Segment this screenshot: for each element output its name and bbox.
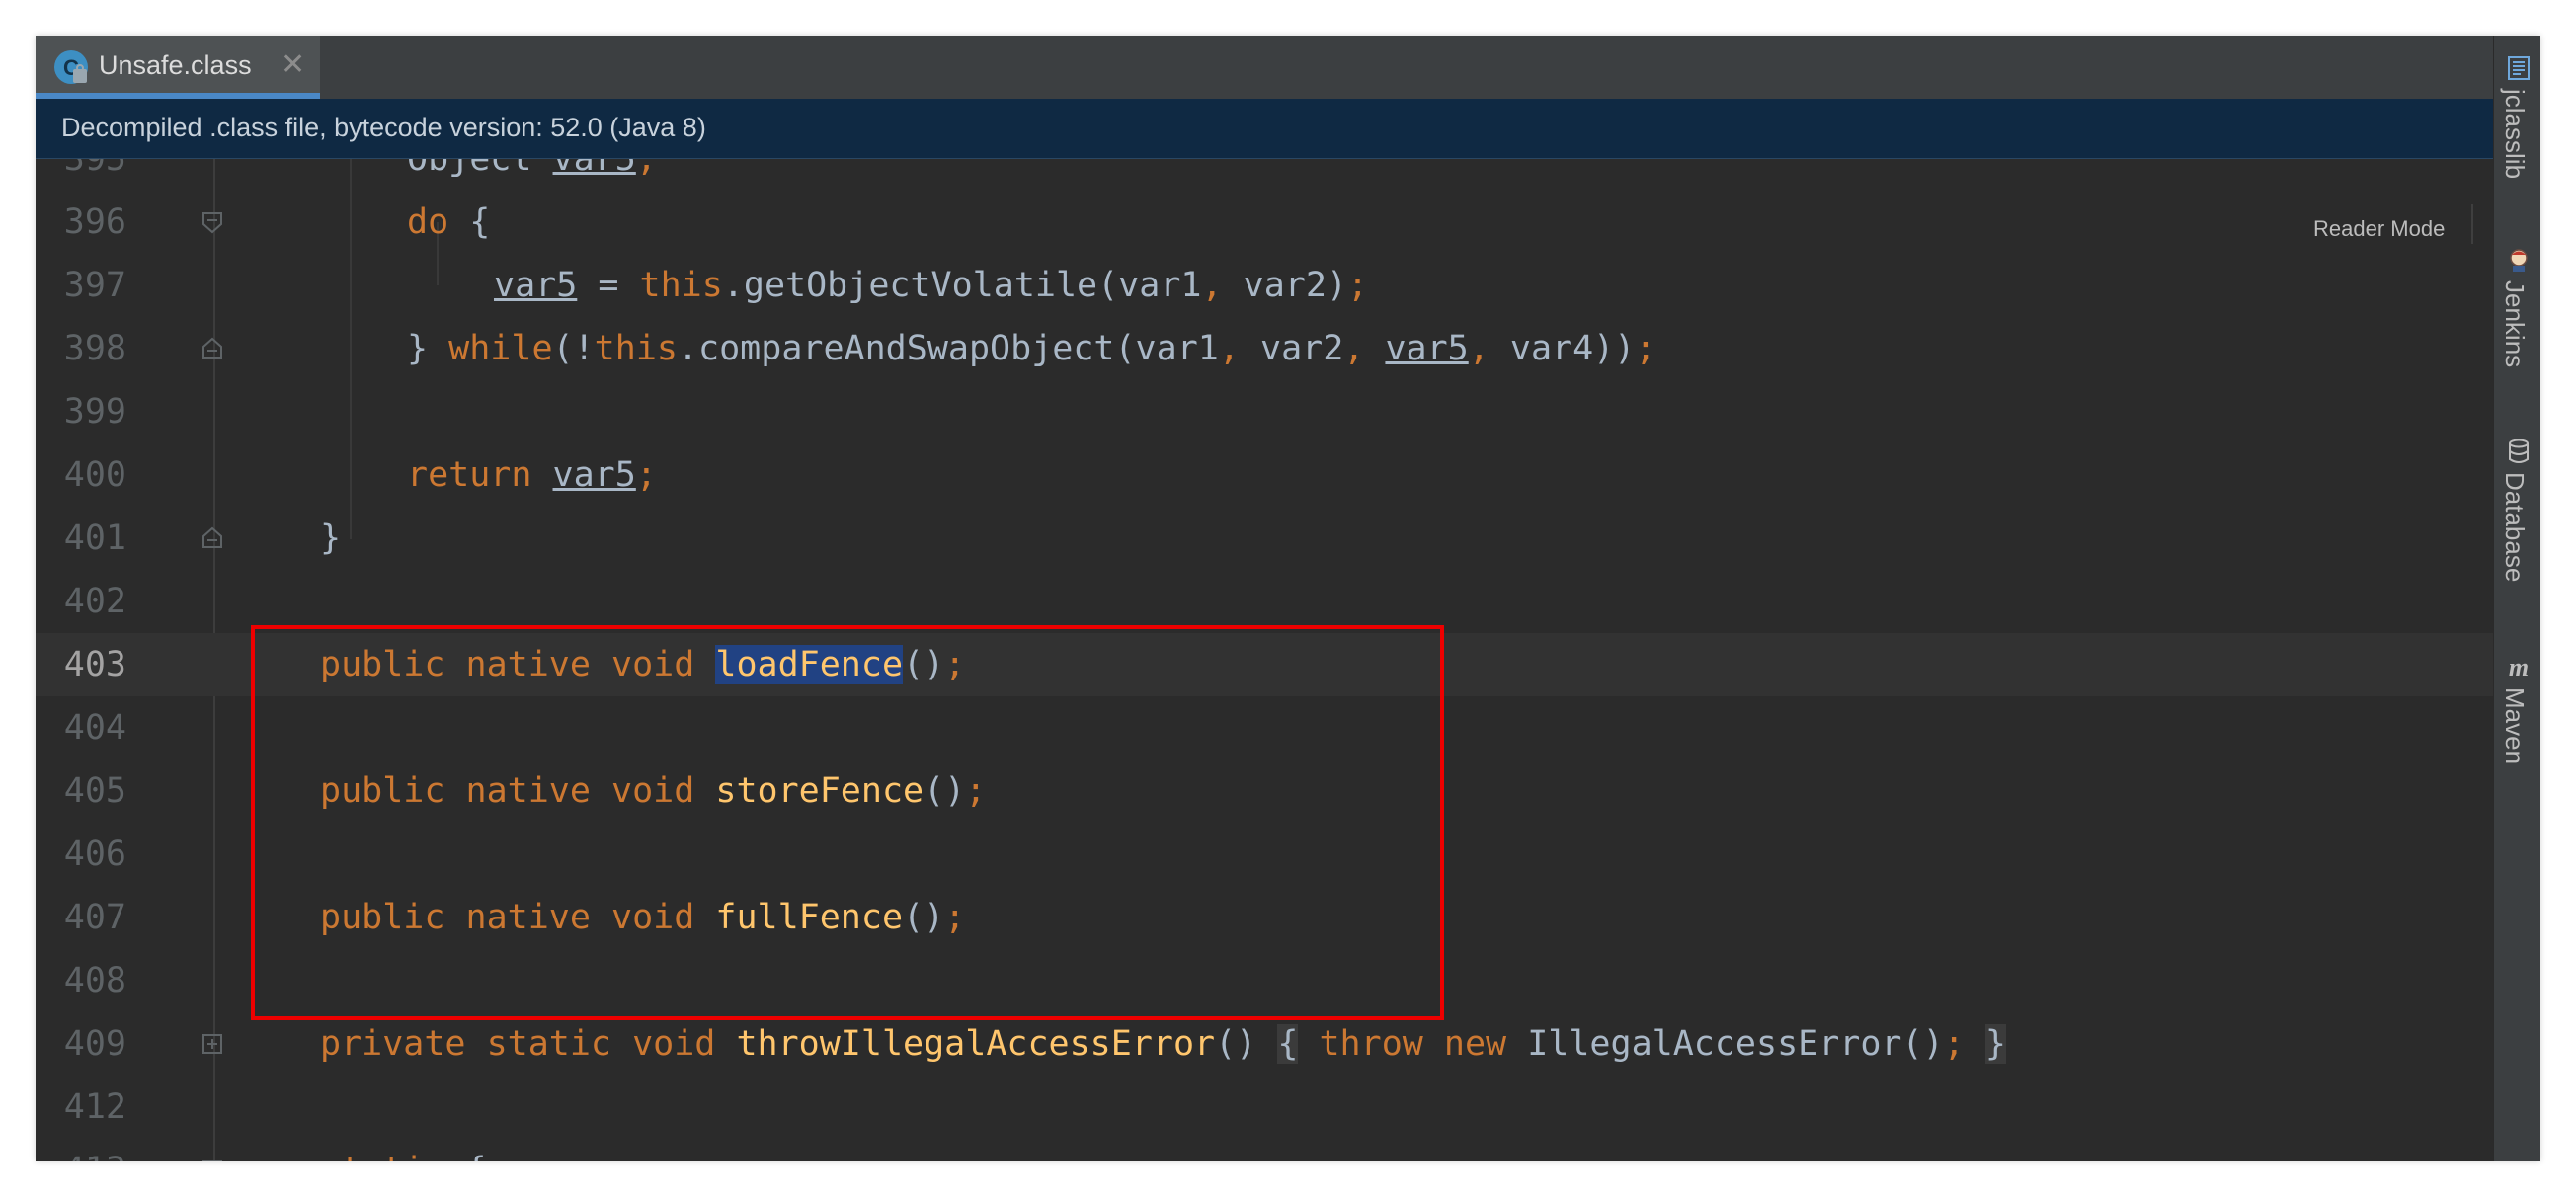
right-tool-window-bar: jclasslib Jenkins Database m Maven xyxy=(2493,36,2540,1161)
tab-label: Unsafe.class xyxy=(99,50,252,80)
line-number: 403 xyxy=(63,645,126,684)
code-line-409: 409 private static void throwIllegalAcce… xyxy=(36,1012,2493,1076)
code-line-397: 397 var5 = this.getObjectVolatile(var1, … xyxy=(36,254,2493,317)
reader-mode-divider xyxy=(2471,204,2473,244)
jclasslib-icon xyxy=(2508,56,2530,80)
line-number: 405 xyxy=(63,771,126,811)
toolwindow-label: Jenkins xyxy=(2500,280,2530,368)
line-number: 404 xyxy=(63,708,126,748)
line-number: 412 xyxy=(63,1087,126,1127)
code-text: } xyxy=(320,519,342,558)
line-number: 400 xyxy=(63,455,126,495)
fold-collapse-icon[interactable] xyxy=(201,337,224,360)
code-text: } while(!this.compareAndSwapObject(var1,… xyxy=(407,329,1656,368)
toolwindow-jclasslib[interactable]: jclasslib xyxy=(2494,55,2540,243)
maven-icon: m xyxy=(2509,654,2529,679)
close-tab-icon[interactable]: ✕ xyxy=(281,47,305,82)
decompiled-notice-banner: Decompiled .class file, bytecode version… xyxy=(36,99,2493,159)
line-number: 395 xyxy=(63,159,126,179)
fold-collapse-icon[interactable] xyxy=(201,210,224,234)
code-text: var5 = this.getObjectVolatile(var1, var2… xyxy=(494,266,1369,305)
reader-mode-button[interactable]: Reader Mode xyxy=(2313,216,2445,242)
line-number: 407 xyxy=(63,898,126,937)
code-text: do { xyxy=(407,202,491,242)
code-text: Object var5; xyxy=(407,159,657,179)
toolwindow-jenkins[interactable]: Jenkins xyxy=(2494,247,2540,435)
folded-region-close: } xyxy=(1984,1024,2006,1064)
code-line-396: 396 do { xyxy=(36,191,2493,254)
code-line-413: 413 static { xyxy=(36,1139,2493,1161)
tab-unsafe-class[interactable]: C Unsafe.class ✕ xyxy=(36,36,320,99)
code-line-400: 400 return var5; xyxy=(36,443,2493,507)
line-number: 408 xyxy=(63,961,126,1000)
line-number: 399 xyxy=(63,392,126,432)
code-text: private static void throwIllegalAccessEr… xyxy=(320,1024,2006,1064)
jenkins-icon xyxy=(2510,249,2528,272)
line-number: 396 xyxy=(63,202,126,242)
ide-window: C Unsafe.class ✕ Decompiled .class file,… xyxy=(36,36,2540,1161)
editor-tab-bar: C Unsafe.class ✕ xyxy=(36,36,2493,100)
toolwindow-label: Database xyxy=(2500,472,2530,583)
code-text: static { xyxy=(320,1151,487,1161)
fold-collapse-icon[interactable] xyxy=(201,526,224,550)
line-number: 401 xyxy=(63,519,126,558)
code-line-412: 412 xyxy=(36,1076,2493,1139)
code-text: return var5; xyxy=(407,455,657,495)
svg-text:m: m xyxy=(2509,654,2529,679)
toolwindow-label: Maven xyxy=(2500,687,2530,765)
fold-collapse-icon[interactable] xyxy=(201,1158,224,1161)
toolwindow-maven[interactable]: m Maven xyxy=(2494,654,2540,832)
code-editor[interactable]: 395 Object var5; 396 do { 397 var5 = thi… xyxy=(36,159,2493,1161)
annotation-highlight-box xyxy=(251,625,1444,1020)
line-number: 398 xyxy=(63,329,126,368)
toolwindow-database[interactable]: Database xyxy=(2494,439,2540,626)
code-line-399: 399 xyxy=(36,380,2493,443)
database-icon xyxy=(2509,439,2529,463)
line-number: 402 xyxy=(63,582,126,621)
folded-region-open: { xyxy=(1277,1024,1299,1064)
code-line-395: 395 Object var5; xyxy=(36,159,2493,191)
code-line-402: 402 xyxy=(36,570,2493,633)
class-file-icon: C xyxy=(54,50,88,84)
line-number: 409 xyxy=(63,1024,126,1064)
toolwindow-label: jclasslib xyxy=(2500,89,2530,180)
code-line-401: 401 } xyxy=(36,507,2493,570)
banner-text: Decompiled .class file, bytecode version… xyxy=(61,113,706,142)
line-number: 413 xyxy=(36,1151,126,1161)
fold-expand-icon[interactable] xyxy=(201,1032,224,1056)
line-number: 397 xyxy=(63,266,126,305)
line-number: 406 xyxy=(63,835,126,874)
code-line-398: 398 } while(!this.compareAndSwapObject(v… xyxy=(36,317,2493,380)
